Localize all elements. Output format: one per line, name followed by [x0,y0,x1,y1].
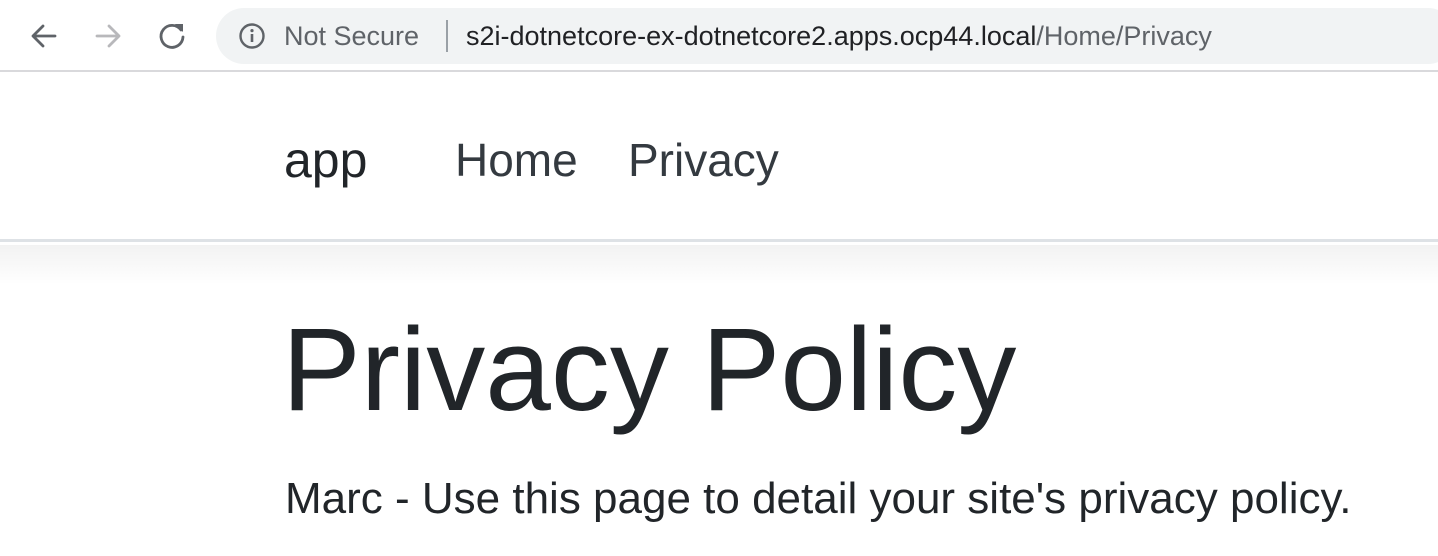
brand-link[interactable]: app [284,130,367,190]
page-description: Marc - Use this page to detail your site… [285,474,1352,523]
arrow-right-icon [95,24,121,48]
site-navbar: app Home Privacy [0,74,1438,242]
navbar-shadow [0,245,1438,285]
page-title: Privacy Policy [282,304,1017,436]
address-bar[interactable]: Not Secure s2i-dotnetcore-ex-dotnetcore2… [216,8,1438,64]
arrow-left-icon [31,24,57,48]
reload-icon [159,23,185,49]
security-status-label[interactable]: Not Secure [284,21,419,51]
url-path: /Home/Privacy [1036,21,1212,51]
reload-button[interactable] [152,16,192,56]
url-text[interactable]: s2i-dotnetcore-ex-dotnetcore2.apps.ocp44… [466,21,1212,51]
back-button[interactable] [24,16,64,56]
nav-link-privacy[interactable]: Privacy [628,130,779,190]
url-host: s2i-dotnetcore-ex-dotnetcore2.apps.ocp44… [466,21,1037,51]
browser-toolbar: Not Secure s2i-dotnetcore-ex-dotnetcore2… [0,0,1438,72]
info-circle-icon[interactable] [238,22,266,50]
nav-link-home[interactable]: Home [455,130,578,190]
forward-button[interactable] [88,16,128,56]
omnibox-divider [446,20,448,52]
